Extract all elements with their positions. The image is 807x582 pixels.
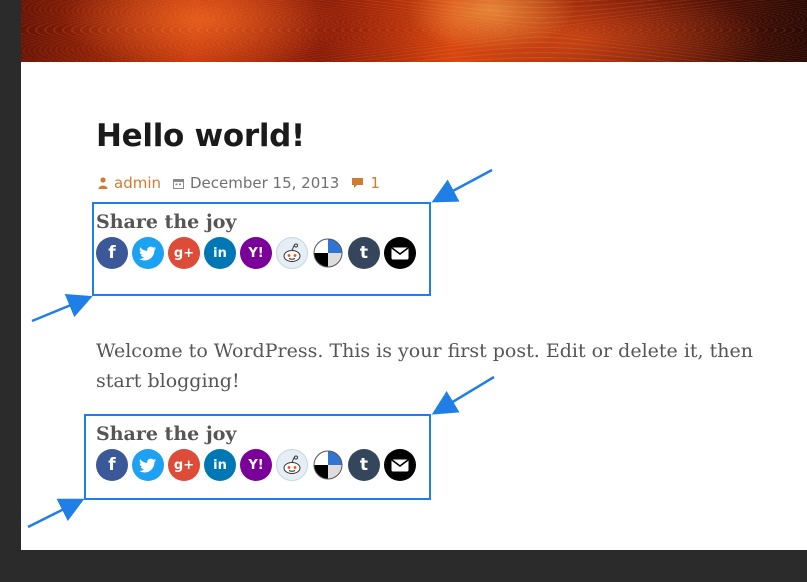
annotation-arrow-3	[431, 375, 495, 415]
annotation-arrow-1	[431, 168, 493, 203]
annotation-arrow-4	[27, 498, 85, 529]
annotation-arrow-2	[31, 294, 93, 323]
annotation-arrows	[27, 168, 495, 529]
